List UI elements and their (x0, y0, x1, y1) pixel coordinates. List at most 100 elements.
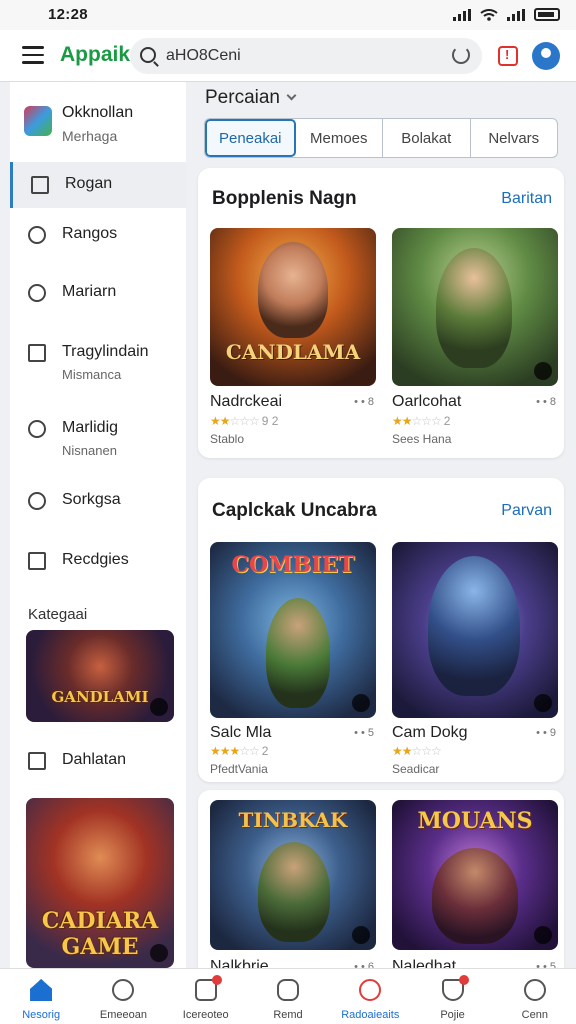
expand-icon[interactable] (352, 926, 370, 944)
hero-figure (432, 848, 518, 944)
cover-title: TINBKAK (238, 808, 348, 832)
tab-bolakat[interactable]: Bolakat (383, 119, 471, 157)
grid-icon (31, 176, 49, 194)
section-see-all-link[interactable]: Parvan (501, 502, 552, 520)
expand-icon[interactable] (534, 926, 552, 944)
nav-tab-home[interactable]: Nesorig (0, 969, 82, 1024)
sidebar-item-label: Marlidig (62, 419, 119, 436)
game-cover-image[interactable]: COMBIET (210, 542, 376, 718)
rating-stars: ★★☆☆☆ 2 (392, 414, 451, 428)
game-section-2: Caplckak Uncabra Parvan COMBIET Salc Mla… (198, 478, 564, 782)
sidebar-item-label: Dahlatan (62, 751, 127, 768)
sidebar-item-marlidig[interactable]: Marlidig Nisnanen (10, 406, 186, 464)
status-time: 12:28 (48, 6, 88, 23)
rating-count: 2 (261, 744, 269, 758)
expand-icon[interactable] (352, 694, 370, 712)
sidebar-item-rangos[interactable]: Rangos (10, 212, 186, 258)
game-section-3: TINBKAK Nalkbrie • • 6 MOUANS Naledhat •… (198, 790, 564, 980)
hero-figure (436, 248, 512, 368)
status-icons (453, 8, 560, 21)
rating-count: 9 2 (261, 414, 279, 428)
sidebar-section-label: Kategaai (28, 606, 88, 623)
expand-icon[interactable] (150, 698, 168, 716)
game-cover-image[interactable]: MOUANS (392, 800, 558, 950)
tab-peneakai[interactable]: Peneakai (205, 119, 296, 157)
signal-bars-icon (507, 8, 525, 21)
sidebar-profile[interactable]: Okknollan Merhaga (10, 82, 186, 160)
battery-icon (534, 8, 560, 21)
timer-icon (28, 492, 46, 510)
tab-memoes[interactable]: Memoes (296, 119, 383, 157)
sidebar-item-recdgies[interactable]: Recdgies (10, 538, 186, 584)
home-icon (30, 979, 53, 1001)
notification-badge (211, 975, 222, 985)
sidebar-item-label: Recdgies (62, 551, 129, 568)
app-logo[interactable]: Appaik (60, 43, 130, 67)
nav-tab-label: Radoaieaits (341, 1009, 400, 1021)
hamburger-menu-icon[interactable] (22, 46, 44, 64)
wifi-icon (480, 8, 498, 21)
tools-icon (112, 979, 135, 1001)
nav-tab-tools[interactable]: Emeeoan (82, 969, 164, 1024)
tab-bar: Peneakai Memoes Bolakat Nelvars (204, 118, 558, 158)
bottom-navigation: Nesorig Emeeoan Icereoteo Remd Radoaieai… (0, 968, 576, 1024)
sidebar-item-label: Tragylindain (62, 343, 149, 360)
rating-stars: ★★☆☆☆ 9 2 (210, 414, 279, 428)
hero-figure (266, 598, 330, 708)
section-see-all-link[interactable]: Baritan (501, 190, 552, 208)
search-input[interactable] (166, 44, 446, 68)
sidebar-item-sorkgsa[interactable]: Sorkgsa (10, 478, 186, 524)
expand-icon[interactable] (150, 944, 168, 962)
user-avatar[interactable] (532, 42, 560, 70)
category-dropdown[interactable]: Percaian (205, 87, 297, 109)
hero-figure (428, 556, 520, 696)
nav-tab-shield[interactable]: Pojie (411, 969, 493, 1024)
nav-tab-profile[interactable]: Cenn (494, 969, 576, 1024)
sidebar-item-mariarn[interactable]: Mariarn (10, 270, 186, 316)
nav-tab-inbox[interactable]: Icereoteo (165, 969, 247, 1024)
section-title: Caplckak Uncabra (212, 500, 377, 521)
sidebar-item-dahlatan[interactable]: Dahlatan (10, 738, 186, 784)
cell-signal-icon (453, 8, 471, 21)
expand-icon[interactable] (534, 362, 552, 380)
sidebar-item-sub: Nisnanen (62, 443, 117, 458)
square-icon (28, 552, 46, 570)
sidebar-item-tragylindain[interactable]: Tragylindain Mismanca (10, 330, 186, 388)
sidebar-item-rogan[interactable]: Rogan (10, 162, 186, 208)
gamepad-icon (276, 979, 299, 1001)
game-meta: • • 8 (354, 396, 374, 408)
rating-count: 2 (443, 414, 451, 428)
game-cover-image[interactable]: TINBKAK (210, 800, 376, 950)
game-title: Nadrckeai (210, 393, 283, 410)
refresh-icon[interactable] (452, 46, 470, 64)
sidebar-item-sub: Mismanca (62, 367, 122, 382)
tab-nelvars[interactable]: Nelvars (471, 119, 558, 157)
sidebar-item-label: Rangos (62, 225, 118, 242)
sidebar-featured-thumbnail[interactable]: CADIARA GAME (26, 798, 174, 968)
game-cover-image[interactable] (392, 228, 558, 386)
sidebar-item-label: Rogan (65, 175, 113, 192)
heart-icon (359, 979, 382, 1001)
sidebar-game-thumbnail[interactable]: GANDLAMI (26, 630, 174, 722)
target-icon (28, 420, 46, 438)
nav-tab-favorites[interactable]: Radoaieaits (329, 969, 411, 1024)
cover-title: MOUANS (417, 808, 533, 834)
game-cover-image[interactable]: CANDLAMA (210, 228, 376, 386)
game-title: Oarlcohat (392, 393, 462, 410)
nav-tab-games[interactable]: Remd (247, 969, 329, 1024)
chevron-down-icon (286, 90, 297, 101)
user-icon (523, 979, 546, 1001)
game-cover-image[interactable] (392, 542, 558, 718)
game-title: Salc Mla (210, 724, 272, 741)
nav-tab-label: Nesorig (22, 1009, 61, 1021)
search-bar[interactable] (130, 38, 482, 74)
expand-icon[interactable] (534, 694, 552, 712)
category-title: Percaian (205, 87, 280, 108)
game-title: Cam Dokg (392, 724, 468, 741)
search-icon[interactable] (140, 47, 156, 63)
hero-figure (258, 242, 328, 338)
game-meta: • • 5 (354, 727, 374, 739)
rating-stars: ★★★☆☆ 2 (210, 744, 269, 758)
notification-icon[interactable] (498, 46, 518, 66)
nav-tab-label: Remd (273, 1009, 303, 1021)
